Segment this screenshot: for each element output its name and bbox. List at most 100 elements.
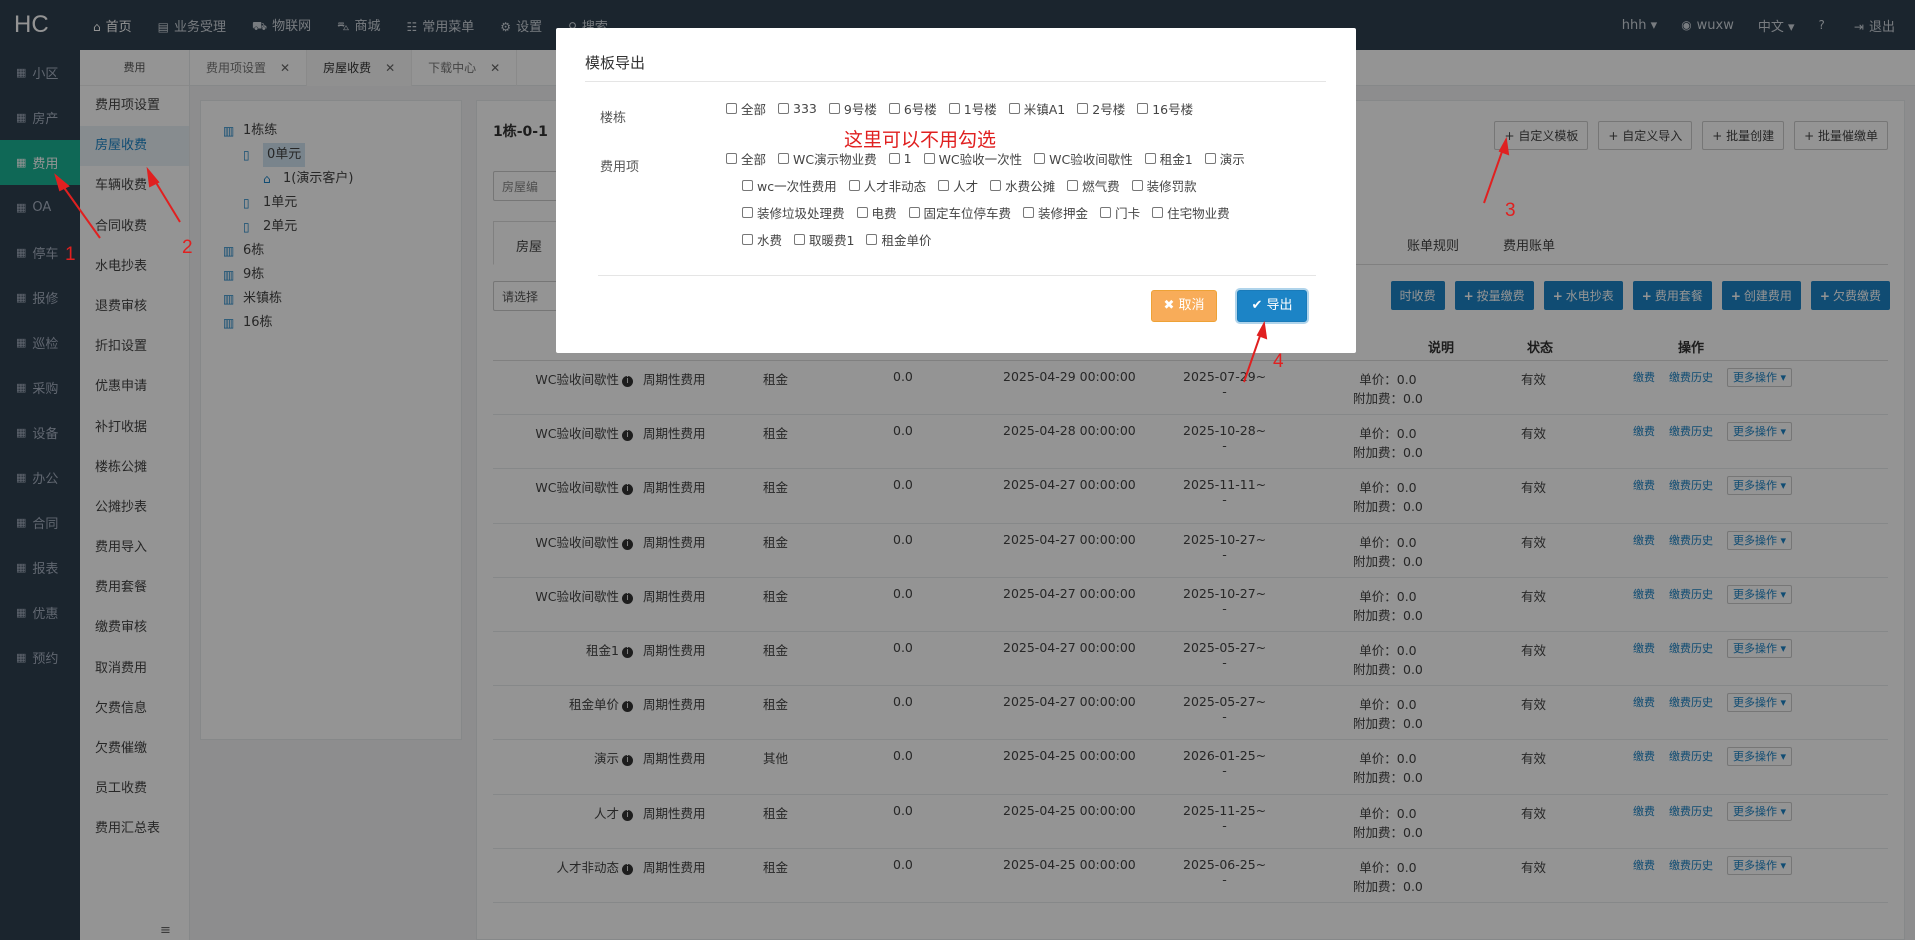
checkbox[interactable] [1008, 103, 1020, 114]
checkbox[interactable] [1144, 153, 1156, 164]
checkbox-option[interactable]: 2号楼 [1077, 99, 1125, 118]
checkbox-label: 装修罚款 [1146, 179, 1197, 194]
fee-item-checkbox-row: 装修垃圾处理费 电费 固定车位停车费 装修押金 门卡 住宅物业费 [742, 203, 1242, 222]
divider [585, 81, 1326, 82]
divider [598, 275, 1316, 276]
checkbox-label: 住宅物业费 [1167, 206, 1230, 221]
checkbox-option[interactable]: 装修垃圾处理费 [742, 203, 845, 222]
checkbox[interactable] [1100, 207, 1112, 218]
checkbox-option[interactable]: 1 [888, 151, 912, 166]
checkbox-option[interactable]: 水费 [742, 230, 782, 249]
checkbox-label: 租金单价 [881, 233, 932, 248]
checkbox[interactable] [1067, 180, 1079, 191]
annotation-number-1: 1 [65, 244, 76, 265]
checkbox-label: 租金1 [1159, 152, 1193, 167]
cancel-label: 取消 [1178, 298, 1205, 313]
checkbox[interactable] [938, 180, 950, 191]
checkbox[interactable] [848, 180, 860, 191]
checkbox-option[interactable]: 全部 [726, 99, 766, 118]
cancel-button[interactable]: ✖ 取消 [1151, 290, 1217, 322]
checkbox[interactable] [1131, 180, 1143, 191]
checkbox-option[interactable]: 1号楼 [948, 99, 997, 118]
checkbox-label: 全部 [741, 102, 767, 117]
checkbox[interactable] [866, 234, 878, 245]
checkbox-option[interactable]: 演示 [1204, 149, 1245, 168]
checkbox-option[interactable]: 9号楼 [828, 99, 877, 118]
checkbox[interactable] [908, 207, 920, 218]
checkbox[interactable] [726, 103, 737, 114]
checkbox[interactable] [856, 207, 868, 218]
checkbox-option[interactable]: 米镇A1 [1008, 99, 1065, 118]
checkbox[interactable] [888, 153, 900, 164]
checkbox[interactable] [1023, 207, 1035, 218]
checkbox[interactable] [778, 103, 790, 114]
fee-item-checkbox-row: 水费 取暖费1 租金单价 [742, 230, 943, 249]
checkbox-label: 水费公摊 [1005, 179, 1056, 194]
checkbox-label: 16号楼 [1152, 102, 1194, 117]
checkbox-option[interactable]: 全部 [726, 149, 766, 168]
checkbox-option[interactable]: 租金1 [1144, 149, 1193, 168]
checkbox[interactable] [1152, 207, 1164, 218]
export-label: 导出 [1266, 298, 1293, 313]
check-icon: ✔ [1251, 298, 1267, 313]
checkbox-label: 演示 [1219, 152, 1245, 167]
checkbox-option[interactable]: 人才 [938, 176, 978, 195]
checkbox-label: 2号楼 [1092, 102, 1126, 117]
checkbox-option[interactable]: 16号楼 [1137, 99, 1193, 118]
checkbox[interactable] [742, 207, 753, 218]
checkbox[interactable] [742, 234, 753, 245]
checkbox[interactable] [778, 153, 790, 164]
annotation-number-2: 2 [182, 237, 193, 258]
checkbox[interactable] [1204, 153, 1216, 164]
checkbox-label: 固定车位停车费 [923, 206, 1012, 221]
checkbox-option[interactable]: 门卡 [1100, 203, 1140, 222]
checkbox-option[interactable]: WC验收间歇性 [1034, 149, 1133, 168]
checkbox-option[interactable]: 333 [778, 101, 817, 116]
checkbox-label: 1 [903, 151, 912, 166]
fee-item-checkbox-row: wc一次性费用 人才非动态 人才 水费公摊 燃气费 装修罚款 [742, 176, 1209, 195]
checkbox-label: wc一次性费用 [757, 179, 837, 194]
checkbox-option[interactable]: 租金单价 [866, 230, 931, 249]
checkbox-label: 人才非动态 [863, 179, 927, 194]
checkbox[interactable] [923, 153, 935, 164]
checkbox-label: 电费 [871, 206, 897, 221]
checkbox-option[interactable]: 取暖费1 [794, 230, 854, 249]
checkbox[interactable] [1034, 153, 1046, 164]
checkbox[interactable] [948, 103, 960, 114]
checkbox-option[interactable]: wc一次性费用 [742, 176, 837, 195]
checkbox-option[interactable]: 固定车位停车费 [908, 203, 1012, 222]
checkbox-label: 门卡 [1115, 206, 1141, 221]
checkbox[interactable] [888, 103, 900, 114]
checkbox-label: 装修押金 [1038, 206, 1089, 221]
checkbox-label: 取暖费1 [809, 233, 855, 248]
checkbox-option[interactable]: 装修罚款 [1131, 176, 1197, 195]
checkbox-option[interactable]: 电费 [856, 203, 897, 222]
export-button[interactable]: ✔ 导出 [1237, 290, 1307, 322]
building-label: 楼栋 [600, 111, 627, 126]
checkbox-option[interactable]: 水费公摊 [990, 176, 1055, 195]
checkbox[interactable] [1137, 103, 1149, 114]
checkbox[interactable] [726, 153, 737, 164]
annotation-number-4: 4 [1273, 351, 1284, 372]
checkbox-option[interactable]: 燃气费 [1067, 176, 1120, 195]
checkbox-label: WC验收间歇性 [1049, 152, 1133, 167]
checkbox-label: 6号楼 [903, 102, 937, 117]
annotation-number-3: 3 [1505, 200, 1516, 221]
checkbox-option[interactable]: 装修押金 [1023, 203, 1088, 222]
checkbox[interactable] [1077, 103, 1089, 114]
checkbox-label: 9号楼 [843, 102, 877, 117]
template-export-dialog: 模板导出 楼栋 全部 333 9号楼 6号楼 1号楼 米镇A1 2号楼 16号楼 费用项 全部… [556, 28, 1356, 353]
checkbox-option[interactable]: 住宅物业费 [1152, 203, 1230, 222]
checkbox[interactable] [828, 103, 840, 114]
building-checkboxes: 全部 333 9号楼 6号楼 1号楼 米镇A1 2号楼 16号楼 [726, 99, 1205, 118]
checkbox-option[interactable]: 人才非动态 [848, 176, 927, 195]
checkbox-label: 333 [793, 101, 817, 116]
fee-item-label: 费用项 [600, 160, 640, 175]
checkbox-label: 1号楼 [963, 102, 997, 117]
checkbox[interactable] [794, 234, 806, 245]
checkbox[interactable] [990, 180, 1002, 191]
checkbox-label: 全部 [741, 152, 767, 167]
checkbox-option[interactable]: 6号楼 [888, 99, 937, 118]
checkbox[interactable] [742, 180, 753, 191]
checkbox-label: 燃气费 [1082, 179, 1120, 194]
